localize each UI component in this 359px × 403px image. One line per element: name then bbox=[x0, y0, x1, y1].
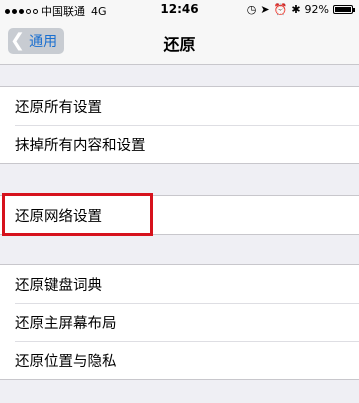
bluetooth-icon: ✱ bbox=[291, 3, 301, 16]
highlight-box bbox=[2, 193, 153, 236]
cell-label: 还原主屏幕布局 bbox=[15, 315, 117, 332]
status-bar: 中国联通 4G 12:46 ◷ ➤ ⏰ ✱ 92% bbox=[0, 0, 359, 20]
reset-keyboard-dictionary-cell[interactable]: 还原键盘词典 bbox=[0, 265, 359, 303]
status-right: ◷ ➤ ⏰ ✱ 92% bbox=[246, 3, 355, 16]
cell-label: 还原所有设置 bbox=[15, 99, 102, 116]
reset-location-privacy-cell[interactable]: 还原位置与隐私 bbox=[0, 341, 359, 379]
settings-group-other: 还原键盘词典 还原主屏幕布局 还原位置与隐私 bbox=[0, 264, 359, 380]
cell-label: 还原位置与隐私 bbox=[15, 353, 117, 370]
reset-all-settings-cell[interactable]: 还原所有设置 bbox=[0, 87, 359, 125]
cell-label: 抹掉所有内容和设置 bbox=[15, 137, 146, 154]
navigation-bar: ❮ 通用 还原 bbox=[0, 20, 359, 65]
location-icon: ➤ bbox=[260, 3, 270, 16]
erase-all-content-cell[interactable]: 抹掉所有内容和设置 bbox=[0, 125, 359, 163]
battery-icon bbox=[333, 5, 355, 14]
cell-label: 还原键盘词典 bbox=[15, 277, 102, 294]
reset-home-screen-layout-cell[interactable]: 还原主屏幕布局 bbox=[0, 303, 359, 341]
alarm-icon: ⏰ bbox=[273, 3, 288, 16]
page-title: 还原 bbox=[163, 35, 196, 54]
lock-rotation-icon: ◷ bbox=[246, 3, 257, 16]
settings-group-reset-all: 还原所有设置 抹掉所有内容和设置 bbox=[0, 86, 359, 164]
battery-percent: 92% bbox=[304, 3, 329, 16]
